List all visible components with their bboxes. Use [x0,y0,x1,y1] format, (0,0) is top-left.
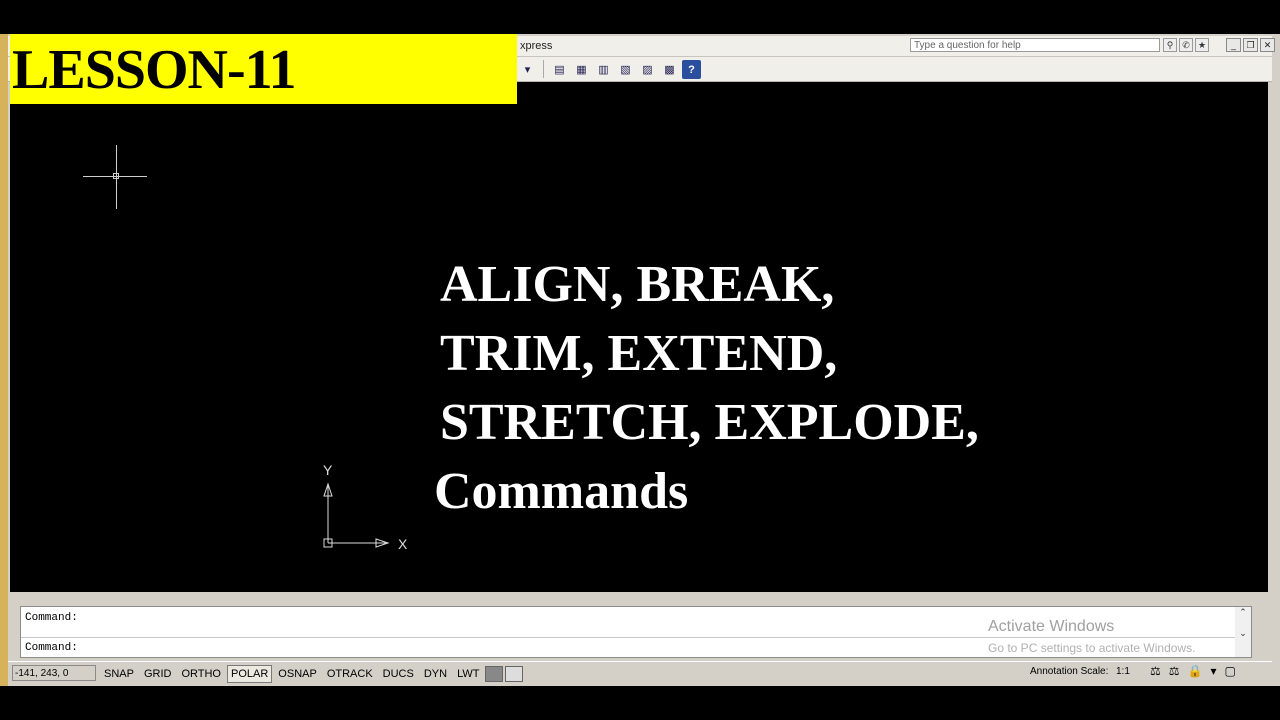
letterbox-bottom [0,686,1280,720]
dyn-toggle[interactable]: DYN [420,665,451,683]
command-scrollbar[interactable]: ⌃ ⌄ [1235,607,1251,657]
communication-center-icon[interactable]: ✆ [1179,38,1193,52]
command-history-line: Command: [25,612,78,624]
command-divider [21,637,1251,638]
auto-scale-icon[interactable]: ⚖ [1169,664,1180,678]
title-line-1: ALIGN, BREAK, [440,256,835,313]
activation-watermark-text: Go to PC settings to activate Windows. [988,641,1196,655]
title-line-3: STRETCH, EXPLODE, [440,394,979,451]
otrack-toggle[interactable]: OTRACK [323,665,377,683]
polar-toggle[interactable]: POLAR [227,665,273,683]
toolbar-dropdown-icon[interactable]: ▾ [518,60,537,79]
coordinate-display[interactable]: -141, 243, 0 [12,665,96,681]
activation-watermark-title: Activate Windows [988,618,1115,635]
tool-palettes-icon[interactable]: ▥ [594,60,613,79]
lwt-toggle[interactable]: LWT [453,665,483,683]
osnap-toggle[interactable]: OSNAP [274,665,321,683]
status-menu-icon[interactable]: ▾ [1210,664,1216,678]
menu-item-express[interactable]: xpress [520,40,552,52]
lesson-banner: LESSON-11 [10,34,517,104]
annotation-scale-label: Annotation Scale: [1030,666,1109,677]
title-subtitle: Commands [434,463,689,520]
status-bar: -141, 243, 0 SNAP GRID ORTHO POLAR OSNAP… [8,661,1272,684]
restore-button[interactable]: ❐ [1243,38,1258,52]
title-line-2: TRIM, EXTEND, [440,325,838,382]
window-border [0,34,8,686]
annotation-scale-value[interactable]: 1:1 [1116,666,1130,677]
design-center-icon[interactable]: ▦ [572,60,591,79]
clean-screen-icon[interactable]: ▢ [1225,664,1236,678]
minimize-button[interactable]: _ [1226,38,1241,52]
markup-icon[interactable]: ▨ [638,60,657,79]
annotation-visibility-icon[interactable]: ⚖ [1150,664,1161,678]
snap-toggle[interactable]: SNAP [100,665,138,683]
sheet-set-icon[interactable]: ▧ [616,60,635,79]
favorites-icon[interactable]: ★ [1195,38,1209,52]
grid-toggle[interactable]: GRID [140,665,176,683]
quickcalc-icon[interactable]: ▩ [660,60,679,79]
close-button[interactable]: ✕ [1260,38,1275,52]
ortho-toggle[interactable]: ORTHO [177,665,225,683]
toolbar-separator [543,60,544,78]
model-space-icon[interactable] [485,666,504,682]
search-icon[interactable]: ⚲ [1163,38,1177,52]
pickbox [113,173,119,179]
help-search-input[interactable]: Type a question for help [910,38,1160,52]
layout-icon[interactable] [505,666,524,682]
command-input[interactable]: Command: [25,642,78,654]
lock-icon[interactable]: 🔒 [1188,664,1203,678]
ucs-x-label: X [398,536,408,552]
video-title: ALIGN, BREAK, TRIM, EXTEND, STRETCH, EXP… [434,250,979,526]
ducs-toggle[interactable]: DUCS [379,665,418,683]
lesson-label: LESSON-11 [12,39,297,101]
properties-icon[interactable]: ▤ [550,60,569,79]
help-icon[interactable]: ? [682,60,701,79]
ucs-y-label: Y [323,462,333,478]
